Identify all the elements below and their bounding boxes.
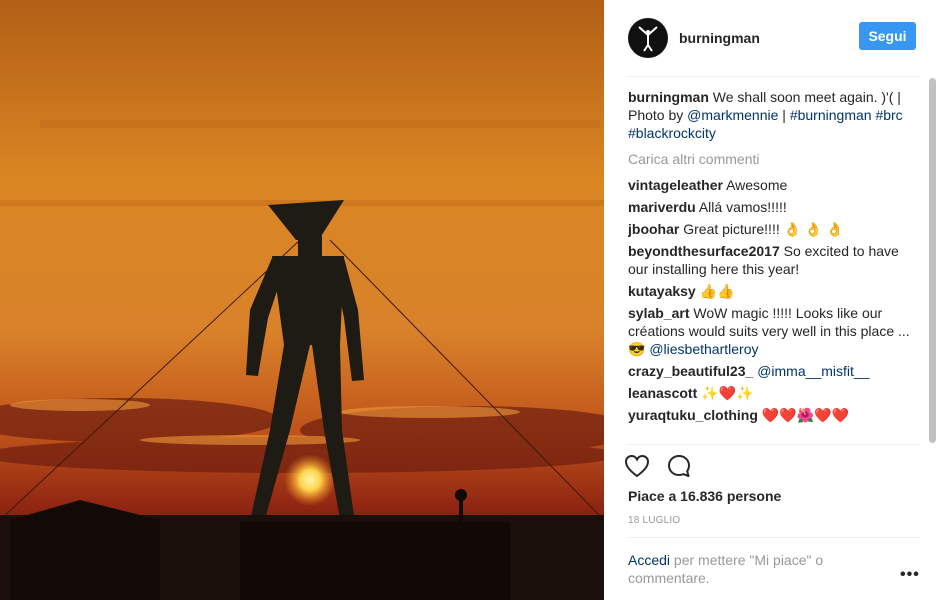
comments-scrollbar[interactable] [928, 78, 936, 443]
post-author-username[interactable]: burningman [679, 30, 760, 46]
comment-username[interactable]: jboohar [628, 221, 679, 237]
sunset-image [0, 0, 604, 600]
comment-username[interactable]: kutayaksy [628, 283, 696, 299]
post-caption: burningman We shall soon meet again. )'(… [628, 88, 920, 142]
comment-item: kutayaksy 👍👍 [628, 282, 920, 300]
comment-text: Great picture!!!! 👌 👌 👌 [683, 221, 844, 237]
comment-item: vintageleather Awesome [628, 176, 920, 194]
caption-username[interactable]: burningman [628, 89, 709, 105]
comment-username[interactable]: mariverdu [628, 199, 696, 215]
comment-username[interactable]: sylab_art [628, 305, 689, 321]
comments-divider [628, 444, 920, 445]
comment-text: ❤️❤️🌺❤️❤️ [761, 407, 849, 423]
comment-username[interactable]: yuraqtuku_clothing [628, 407, 758, 423]
comment-text: ✨❤️✨ [701, 385, 754, 401]
post-actions [624, 453, 692, 479]
comment-username[interactable]: beyondthesurface2017 [628, 243, 780, 259]
comment-text: Awesome [726, 177, 788, 193]
load-more-comments[interactable]: Carica altri commenti [628, 150, 920, 168]
comment-item: mariverdu Allá vamos!!!!! [628, 198, 920, 216]
comments-list: burningman We shall soon meet again. )'(… [628, 88, 920, 444]
scrollbar-thumb[interactable] [929, 78, 936, 443]
comment-item: leanascott ✨❤️✨ [628, 384, 920, 402]
comment-mention[interactable]: @imma__misfit__ [757, 363, 869, 379]
comment-username[interactable]: crazy_beautiful23_ [628, 363, 753, 379]
comment-item: sylab_art WoW magic !!!!! Looks like our… [628, 304, 920, 358]
comment-username[interactable]: vintageleather [628, 177, 723, 193]
comment-item: yuraqtuku_clothing ❤️❤️🌺❤️❤️ [628, 406, 920, 424]
likes-count[interactable]: Piace a 16.836 persone [628, 488, 781, 504]
login-prompt: Accedi per mettere "Mi piace" o commenta… [628, 551, 868, 587]
heart-icon[interactable] [624, 453, 650, 479]
post-date[interactable]: 18 LUGLIO [628, 515, 680, 526]
comment-mention[interactable]: @liesbethartleroy [649, 341, 758, 357]
comment-item: jboohar Great picture!!!! 👌 👌 👌 [628, 220, 920, 238]
comment-item: crazy_beautiful23_ @imma__misfit__ [628, 362, 920, 380]
burning-man-logo-icon[interactable] [628, 18, 668, 58]
caption-separator: | [782, 107, 786, 123]
footer-divider [628, 537, 920, 538]
comment-icon[interactable] [666, 453, 692, 479]
caption-mention[interactable]: @markmennie [687, 107, 778, 123]
comment-username[interactable]: leanascott [628, 385, 697, 401]
follow-button[interactable]: Segui [859, 22, 916, 50]
comment-item: beyondthesurface2017 So excited to have … [628, 242, 920, 278]
login-link[interactable]: Accedi [628, 552, 670, 568]
comment-text: 👍👍 [699, 283, 735, 299]
header-divider [628, 76, 920, 77]
comment-text: Allá vamos!!!!! [698, 199, 787, 215]
post-photo[interactable] [0, 0, 604, 600]
more-options-button[interactable]: ••• [900, 566, 920, 584]
